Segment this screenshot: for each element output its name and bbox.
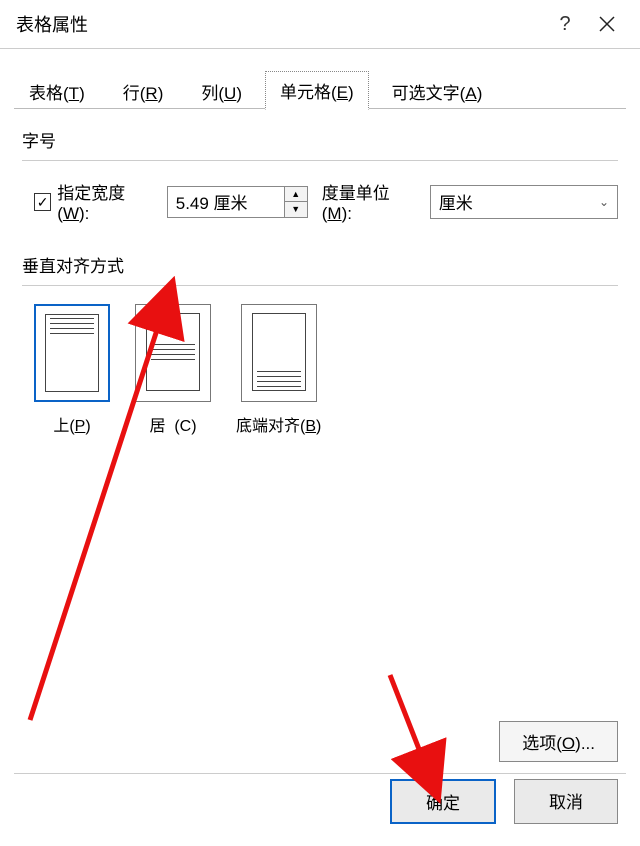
help-button[interactable]: ? [544, 13, 586, 36]
specify-width-checkbox[interactable]: ✓ 指定宽度(W): [34, 179, 153, 224]
cancel-button[interactable]: 取消 [514, 779, 618, 824]
valign-bottom-icon [241, 304, 317, 402]
spin-buttons[interactable]: ▲ ▼ [284, 186, 308, 218]
valign-bottom-label: 底端对齐(B) [236, 412, 321, 436]
checkbox-icon: ✓ [34, 193, 51, 211]
valign-center-option[interactable]: 居 (C) [135, 304, 211, 436]
options-button[interactable]: 选项(O)... [499, 721, 618, 762]
tab-cell[interactable]: 单元格(E) [265, 71, 369, 110]
valign-top-label: 上(P) [53, 412, 90, 436]
valign-top-icon [34, 304, 110, 402]
chevron-down-icon: ⌄ [599, 195, 609, 209]
width-input[interactable] [167, 186, 284, 218]
tab-column[interactable]: 列(U) [186, 72, 257, 110]
unit-select[interactable]: 厘米 ⌄ [430, 185, 618, 219]
dialog-title: 表格属性 [12, 11, 544, 37]
width-spinbox[interactable]: ▲ ▼ [167, 186, 308, 218]
valign-top-option[interactable]: 上(P) [34, 304, 110, 436]
specify-width-label: 指定宽度(W): [57, 179, 152, 224]
spin-up-icon[interactable]: ▲ [285, 187, 307, 203]
tab-table[interactable]: 表格(T) [14, 72, 100, 110]
measure-unit-label: 度量单位(M): [322, 179, 416, 224]
close-icon [599, 16, 615, 32]
valign-center-icon [135, 304, 211, 402]
valign-bottom-option[interactable]: 底端对齐(B) [236, 304, 321, 436]
spin-down-icon[interactable]: ▼ [285, 202, 307, 217]
unit-value: 厘米 [439, 189, 473, 214]
cell-tab-content: 字号 ✓ 指定宽度(W): ▲ ▼ 度量单位(M): 厘米 [14, 109, 626, 446]
table-properties-dialog: 表格属性 ? 表格(T) 行(R) 列(U) 单元格(E) 可选文字(A) 字号… [0, 0, 640, 846]
titlebar: 表格属性 ? [0, 0, 640, 48]
valign-center-label: 居 (C) [149, 412, 196, 436]
ok-button[interactable]: 确定 [390, 779, 496, 824]
tab-row[interactable]: 行(R) [108, 72, 179, 110]
tab-bar: 表格(T) 行(R) 列(U) 单元格(E) 可选文字(A) [0, 49, 640, 109]
valign-group-label: 垂直对齐方式 [22, 252, 618, 277]
tab-alt-text[interactable]: 可选文字(A) [377, 72, 498, 110]
close-button[interactable] [586, 16, 628, 32]
valign-options: 上(P) 居 (C) 底端对齐(B) [34, 304, 618, 436]
width-row: ✓ 指定宽度(W): ▲ ▼ 度量单位(M): 厘米 ⌄ [34, 179, 618, 224]
size-group-label: 字号 [22, 127, 618, 152]
